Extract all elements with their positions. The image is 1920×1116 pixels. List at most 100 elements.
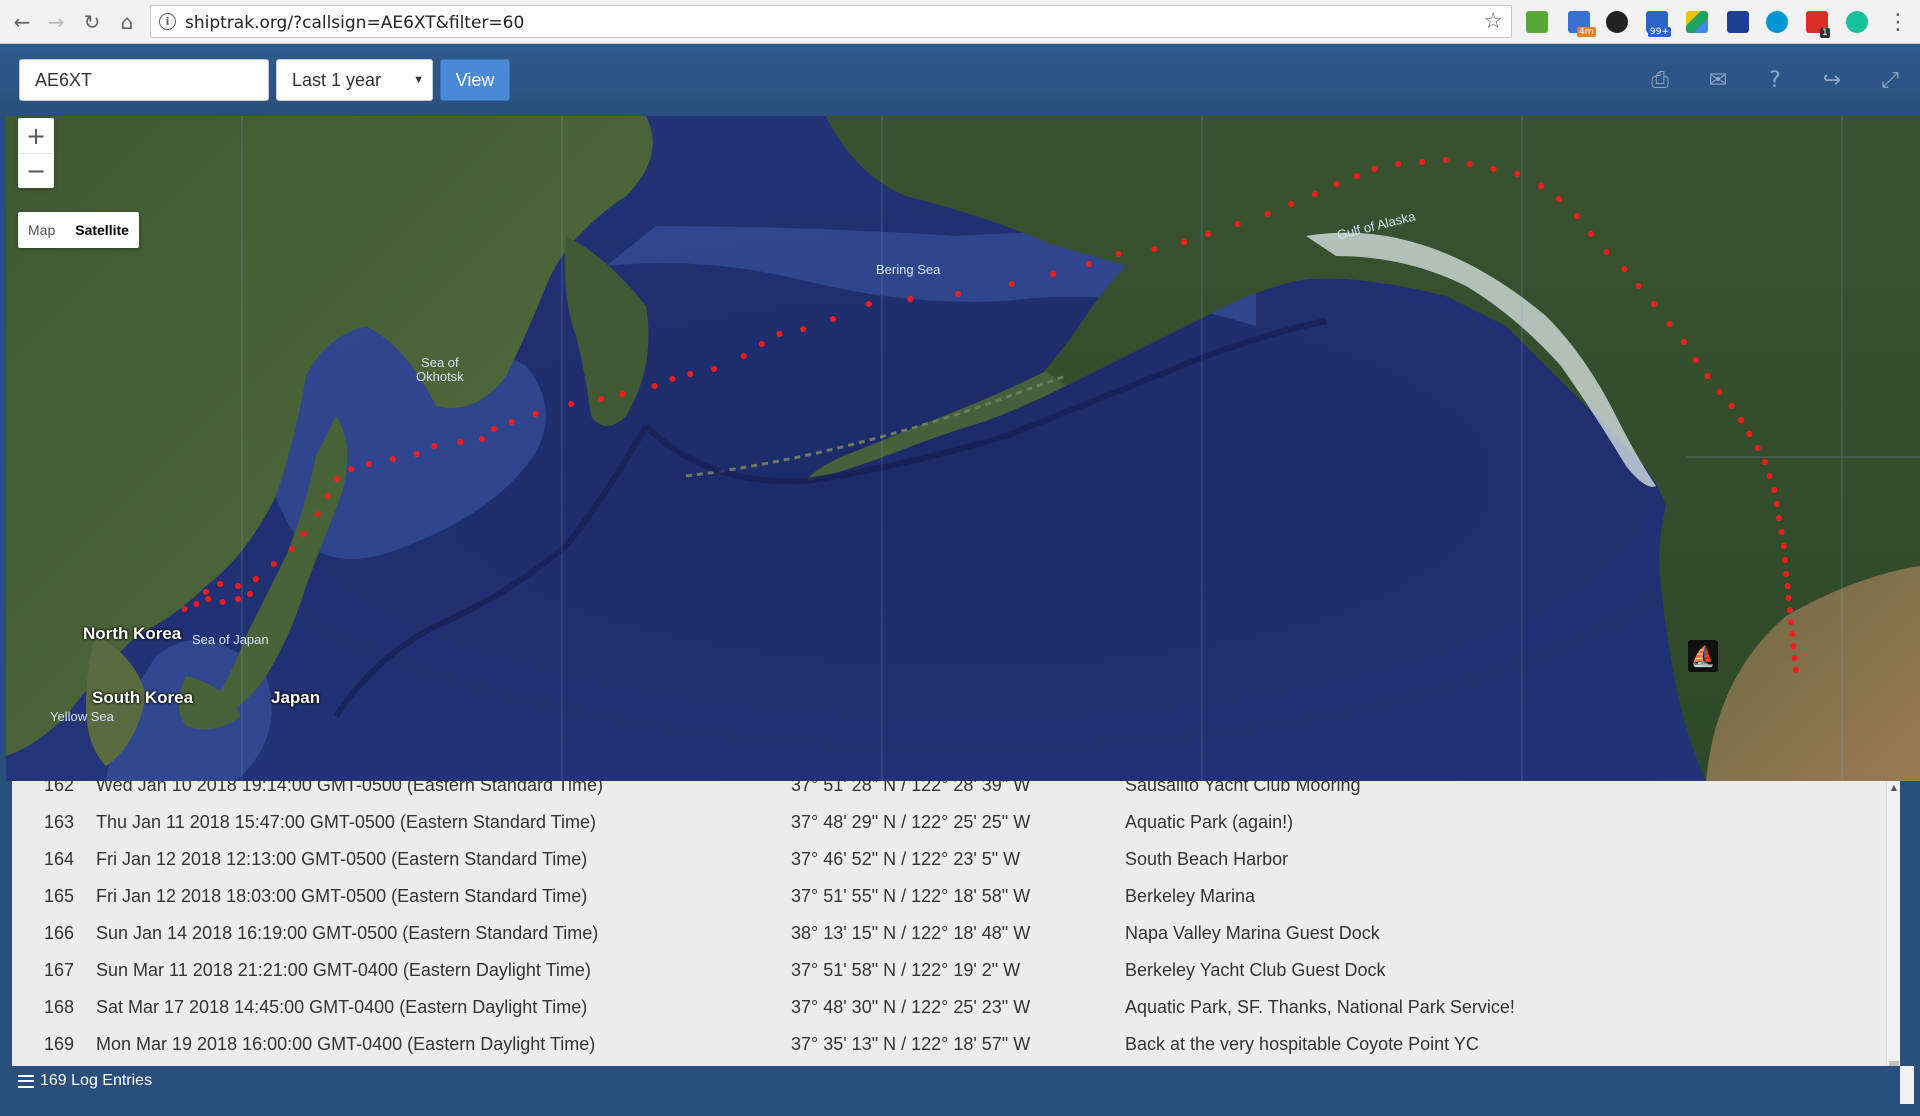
table-row[interactable]: 165 Fri Jan 12 2018 18:03:00 GMT-0500 (Ea… (12, 878, 1887, 915)
track-point[interactable] (205, 596, 212, 602)
home-icon[interactable]: ⌂ (113, 8, 141, 36)
address-bar[interactable]: i shiptrak.org/?callsign=AE6XT&filter=60… (150, 5, 1512, 38)
track-point[interactable] (1234, 221, 1241, 227)
track-point[interactable] (1778, 529, 1785, 535)
track-point[interactable] (758, 341, 765, 347)
track-point[interactable] (1792, 667, 1799, 673)
track-point[interactable] (1754, 445, 1761, 451)
table-row[interactable]: 162 Wed Jan 10 2018 19:14:00 GMT-0500 (Ea… (12, 781, 1887, 804)
track-point[interactable] (365, 461, 372, 467)
print-icon[interactable]: ⎙ (1642, 62, 1678, 98)
track-point[interactable] (669, 376, 676, 382)
track-point[interactable] (431, 443, 438, 449)
track-point[interactable] (1371, 166, 1378, 172)
track-point[interactable] (1181, 239, 1188, 245)
camera-icon[interactable] (1606, 11, 1628, 33)
track-point[interactable] (193, 601, 200, 607)
table-row[interactable]: 168 Sat Mar 17 2018 14:45:00 GMT-0400 (Ea… (12, 989, 1887, 1026)
track-point[interactable] (1776, 515, 1783, 521)
track-point[interactable] (314, 511, 321, 517)
table-row[interactable]: 167 Sun Mar 11 2018 21:21:00 GMT-0400 (Ea… (12, 952, 1887, 989)
track-point[interactable] (1766, 473, 1773, 479)
track-point[interactable] (907, 296, 914, 302)
track-point[interactable] (219, 599, 226, 605)
track-point[interactable] (740, 353, 747, 359)
chrome-menu-icon[interactable]: ⋮ (1884, 8, 1912, 36)
track-point[interactable] (1288, 201, 1295, 207)
track-point[interactable] (1264, 211, 1271, 217)
evernote-icon[interactable] (1526, 11, 1548, 33)
track-point[interactable] (1771, 487, 1778, 493)
track-point[interactable] (568, 401, 575, 407)
track-point[interactable] (651, 383, 658, 389)
track-point[interactable] (1728, 403, 1735, 409)
track-point[interactable] (1704, 373, 1711, 379)
share-icon[interactable]: ↪ (1814, 62, 1850, 98)
callsign-input[interactable]: AE6XT (19, 59, 269, 101)
track-point[interactable] (479, 436, 485, 442)
track-point[interactable] (1573, 213, 1580, 219)
track-point[interactable] (1788, 619, 1794, 625)
track-point[interactable] (1716, 389, 1723, 395)
track-point[interactable] (1635, 283, 1642, 289)
fullscreen-icon[interactable]: ⤢ (1872, 62, 1908, 98)
track-point[interactable] (1761, 459, 1768, 465)
bookmark-star-icon[interactable]: ☆ (1483, 9, 1503, 34)
url-text[interactable]: shiptrak.org/?callsign=AE6XT&filter=60 (185, 13, 524, 33)
track-point[interactable] (1490, 166, 1497, 172)
track-point[interactable] (1419, 159, 1426, 165)
track-point[interactable] (246, 591, 253, 597)
track-point[interactable] (1050, 271, 1057, 277)
track-point[interactable] (300, 531, 307, 537)
track-point[interactable] (955, 291, 961, 297)
track-point[interactable] (1603, 249, 1610, 255)
scroll-up-icon[interactable]: ▲ (1887, 781, 1900, 795)
track-point[interactable] (1785, 595, 1792, 601)
log-entries-toggle[interactable]: 169 Log Entries (18, 1072, 152, 1090)
track-point[interactable] (619, 391, 626, 397)
track-point[interactable] (711, 366, 718, 372)
forward-icon[interactable]: → (42, 8, 70, 36)
track-point[interactable] (1773, 501, 1780, 507)
help-icon[interactable]: ? (1757, 62, 1793, 98)
track-point[interactable] (1746, 431, 1753, 437)
table-row[interactable]: 169 Mon Mar 19 2018 16:00:00 GMT-0400 (Ea… (12, 1026, 1887, 1063)
bookmark-icon[interactable] (1727, 11, 1749, 33)
track-point[interactable] (202, 589, 209, 595)
track-point[interactable] (389, 456, 396, 462)
track-point[interactable] (1333, 181, 1340, 187)
track-point[interactable] (333, 476, 340, 482)
track-point[interactable] (1680, 339, 1687, 345)
track-point[interactable] (1786, 607, 1793, 613)
track-point[interactable] (1621, 266, 1628, 272)
view-button[interactable]: View (440, 59, 510, 101)
track-point[interactable] (865, 301, 872, 307)
track-point[interactable] (1790, 643, 1797, 649)
track-point[interactable] (687, 371, 694, 377)
track-point[interactable] (532, 411, 539, 417)
track-point[interactable] (1115, 251, 1122, 257)
drive-icon[interactable] (1686, 11, 1708, 33)
track-point[interactable] (598, 396, 604, 402)
period-select[interactable]: Last 1 year ▼ (276, 59, 433, 101)
track-point[interactable] (1514, 171, 1521, 177)
footer-scrollbar[interactable] (1900, 1066, 1914, 1104)
track-point[interactable] (1466, 161, 1473, 167)
zoom-in-button[interactable]: + (18, 118, 54, 153)
back-icon[interactable]: ← (8, 8, 36, 36)
table-row[interactable]: 166 Sun Jan 14 2018 16:19:00 GMT-0500 (Ea… (12, 915, 1887, 952)
email-icon[interactable]: ✉ (1700, 62, 1736, 98)
track-point[interactable] (1555, 196, 1562, 202)
track-point[interactable] (413, 451, 420, 457)
log-scrollbar[interactable]: ▲ (1886, 781, 1900, 1066)
track-point[interactable] (1204, 231, 1211, 237)
table-row[interactable]: 163 Thu Jan 11 2018 15:47:00 GMT-0500 (Ea… (12, 804, 1887, 841)
table-row[interactable]: 164 Fri Jan 12 2018 12:13:00 GMT-0500 (Ea… (12, 841, 1887, 878)
track-point[interactable] (1782, 557, 1789, 563)
track-point[interactable] (1008, 281, 1015, 287)
track-point[interactable] (1395, 161, 1402, 167)
track-point[interactable] (1353, 173, 1360, 179)
track-point[interactable] (800, 326, 807, 332)
track-point[interactable] (1651, 301, 1658, 307)
track-point[interactable] (1442, 157, 1449, 163)
